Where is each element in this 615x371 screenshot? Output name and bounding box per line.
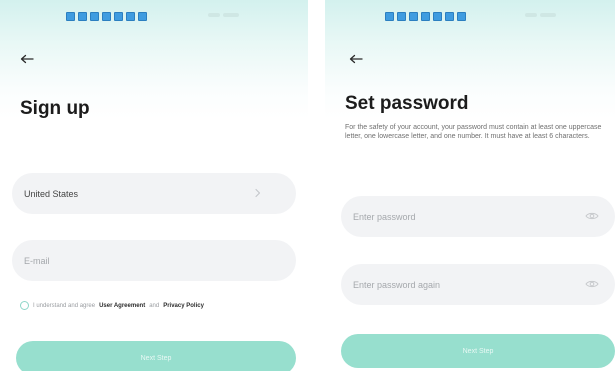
agreement-prefix: I understand and agree [33,302,96,309]
password-input[interactable] [353,211,553,222]
eye-icon[interactable] [585,278,599,290]
signal-icon [525,13,537,17]
status-bar [385,9,466,23]
password-requirements: For the safety of your account, your pas… [345,124,602,140]
page-title: Set password [345,93,469,114]
status-block [421,11,430,21]
agreement-conjunction: and [149,302,160,309]
arrow-left-icon [20,54,34,64]
status-block [409,11,418,21]
agreement-row: I understand and agree User Agreement an… [20,301,204,310]
next-step-button[interactable]: Next Step [341,334,615,368]
next-step-label: Next Step [140,354,172,362]
email-field[interactable] [12,240,296,281]
next-step-label: Next Step [462,347,494,355]
status-icons [525,10,556,20]
status-block [78,11,87,21]
signup-screen: Sign up United States I understand and a… [0,0,308,371]
status-block [102,11,111,21]
privacy-policy-link[interactable]: Privacy Policy [163,303,204,309]
page-title: Sign up [20,98,90,119]
chevron-right-icon [255,188,261,198]
status-block [66,11,75,21]
password-confirm-field[interactable] [341,264,615,305]
email-input[interactable] [24,255,224,266]
country-value: United States [24,188,79,199]
status-block [138,11,147,21]
agreement-checkbox[interactable] [20,301,29,310]
back-button[interactable] [16,48,38,70]
status-block [433,11,442,21]
set-password-screen: Set password For the safety of your acco… [325,0,615,371]
arrow-left-icon [349,54,363,64]
battery-icon [540,13,556,17]
app-comparison: Sign up United States I understand and a… [0,0,615,371]
status-block [114,11,123,21]
status-block [397,11,406,21]
status-block [445,11,454,21]
user-agreement-link[interactable]: User Agreement [99,303,145,309]
signal-icon [208,13,220,17]
status-bar [66,9,147,23]
battery-icon [223,13,239,17]
status-icons [208,10,239,20]
back-button[interactable] [345,48,367,70]
country-select[interactable]: United States [12,173,296,214]
status-block [126,11,135,21]
status-block [385,11,394,21]
eye-icon[interactable] [585,210,599,222]
next-step-button[interactable]: Next Step [16,341,296,371]
password-confirm-input[interactable] [353,279,553,290]
password-field[interactable] [341,196,615,237]
status-block [90,11,99,21]
status-block [457,11,466,21]
